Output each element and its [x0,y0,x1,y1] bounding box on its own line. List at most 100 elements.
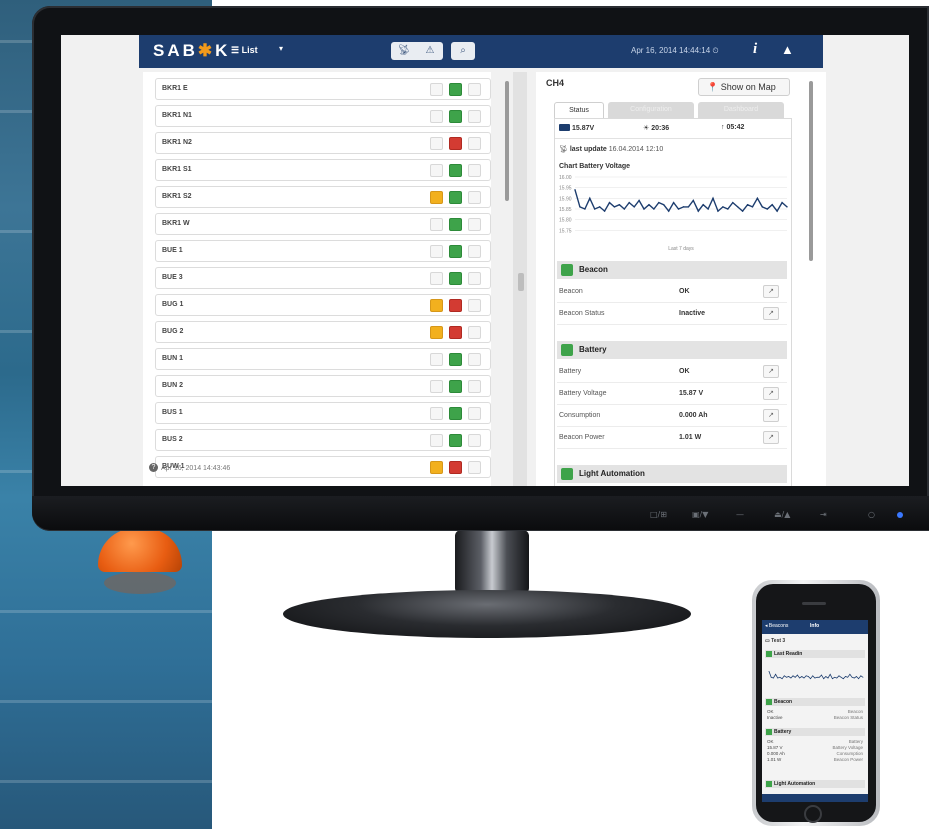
status-indicator [449,191,462,204]
history-chart-icon[interactable]: ↗ [763,387,779,400]
status-tab-body: 15.87V ☀︎ 20:36 ↑ 05:42 📡︎ last update 1… [554,118,792,486]
detail-panel: CH4 📍 Show on Map Status Configuration D… [536,72,826,486]
data-point [707,208,709,210]
data-point [816,676,818,678]
monitor-chin [32,496,929,530]
info-button[interactable]: i [753,41,757,58]
beacon-list-row[interactable]: BKR1 S1 [155,159,491,181]
phone-home-button[interactable] [804,805,822,823]
data-point [834,676,835,678]
list-scrollbar[interactable] [505,81,509,201]
tab-configuration[interactable]: Configuration [608,102,694,118]
alarm-indicator [468,407,481,420]
warning-indicator [430,218,443,231]
status-indicator [449,272,462,285]
data-point [770,676,772,678]
tab-status[interactable]: Status [554,102,604,118]
phone-section-battery[interactable]: Battery [765,728,865,736]
phone-tab-bar [762,794,868,802]
data-point [840,676,842,678]
history-chart-icon[interactable]: ↗ [763,431,779,444]
data-point [702,204,704,206]
detail-scrollbar[interactable] [809,81,813,261]
data-point [761,206,764,208]
chevron-down-icon[interactable]: ▾ [279,44,283,53]
beacon-name: BKR1 W [162,220,190,227]
section-beacon[interactable]: Beacon [557,261,787,279]
beacon-list-row[interactable]: BKR1 E [155,78,491,100]
beacon-list-row[interactable]: BKR1 N1 [155,105,491,127]
data-point [579,206,581,208]
data-point [775,673,776,675]
monitor-button-menu[interactable]: ▣/▼ [692,510,708,519]
series-line [574,189,788,213]
history-chart-icon[interactable]: ↗ [763,365,779,378]
phone-section-last-reading[interactable]: Last Readin [765,650,865,658]
data-point [836,677,838,679]
monitor-button-input[interactable]: □/⊞ [650,510,667,519]
signal-icon[interactable]: 📡︎ [391,42,417,60]
data-point [788,676,790,677]
monitor-button-plus[interactable]: ⏏/▲ [774,510,790,519]
alarm-indicator [468,164,481,177]
data-point [790,677,792,679]
detail-tabs: Status Configuration Dashboard [554,102,784,118]
data-point [727,208,729,210]
phone-property-row: OK Battery [767,739,863,744]
data-point [756,197,759,200]
beacon-list-row[interactable]: BKR1 N2 [155,132,491,154]
beacon-list-row[interactable]: BKR1 W [155,213,491,235]
data-point [862,676,864,678]
phone-property-name: Consumption [836,751,863,756]
data-point [751,206,754,208]
phone-back-button[interactable]: ◂ Beacons [765,623,788,629]
data-point [823,678,825,680]
y-tick-label: 15.85 [559,207,572,213]
property-value: 0.000 Ah [679,412,708,419]
beacon-list-row[interactable]: BUG 2 [155,321,491,343]
phone-property-value: 0.000 Ah [767,751,785,756]
list-view-button[interactable]: ☰ List [231,45,258,56]
last-update: 📡︎ last update 16.04.2014 12:10 [559,146,664,153]
history-chart-icon[interactable]: ↗ [763,307,779,320]
history-chart-icon[interactable]: ↗ [763,409,779,422]
status-summary: 15.87V ☀︎ 20:36 ↑ 05:42 [555,119,791,139]
power-led [897,512,903,518]
help-icon[interactable]: ? [149,463,158,472]
splitter-handle[interactable] [518,273,524,291]
property-value: 15.87 V [679,390,704,397]
monitor-button-minus[interactable]: — [736,510,744,519]
beacon-list-row[interactable]: BUG 1 [155,294,491,316]
beacon-list: BKR1 E BKR1 N1 BKR1 N2 BKR1 S1 BKR1 S2 BKR1 W… [143,72,491,486]
beacon-list-row[interactable]: BUE 3 [155,267,491,289]
monitor-button-auto[interactable]: ⇥ [820,510,827,519]
warning-indicator [430,272,443,285]
reading-icon [766,651,772,657]
phone-property-name: Beacon Status [833,715,863,720]
warning-icon[interactable]: ⚠︎ [417,42,443,60]
phone-property-value: OK [767,709,774,714]
tab-dashboard[interactable]: Dashboard [698,102,784,118]
warning-indicator [430,83,443,96]
user-icon[interactable]: ▲ [781,42,794,57]
warning-indicator [430,191,443,204]
beacon-list-row[interactable]: BUS 1 [155,402,491,424]
beacon-list-row[interactable]: BUS 2 [155,429,491,451]
monitor-power-button[interactable]: ○ [868,510,875,519]
beacon-list-row[interactable]: BKR1 S2 [155,186,491,208]
battery-voltage-chart: 16.00 15.95 15.90 15.85 15.80 15.75 Last 7 day… [559,175,788,251]
beacon-list-row[interactable]: BUN 1 [155,348,491,370]
section-light-automation[interactable]: Light Automation [557,465,787,483]
phone-section-light-automation[interactable]: Light Automation [765,780,865,788]
phone-property-name: Battery Voltage [832,745,863,750]
show-on-map-button[interactable]: 📍 Show on Map [698,78,790,96]
search-icon[interactable]: ⌕ [451,42,475,60]
beacon-list-row[interactable]: BUE 1 [155,240,491,262]
last-refresh-time: Apr 16, 2014 14:43:46 [161,465,231,472]
phone-section-beacon[interactable]: Beacon [765,698,865,706]
history-chart-icon[interactable]: ↗ [763,285,779,298]
phone-property-row: OK Beacon [767,709,863,714]
beacon-list-row[interactable]: BUN 2 [155,375,491,397]
chart-title: Chart Battery Voltage [559,163,631,170]
section-battery[interactable]: Battery [557,341,787,359]
